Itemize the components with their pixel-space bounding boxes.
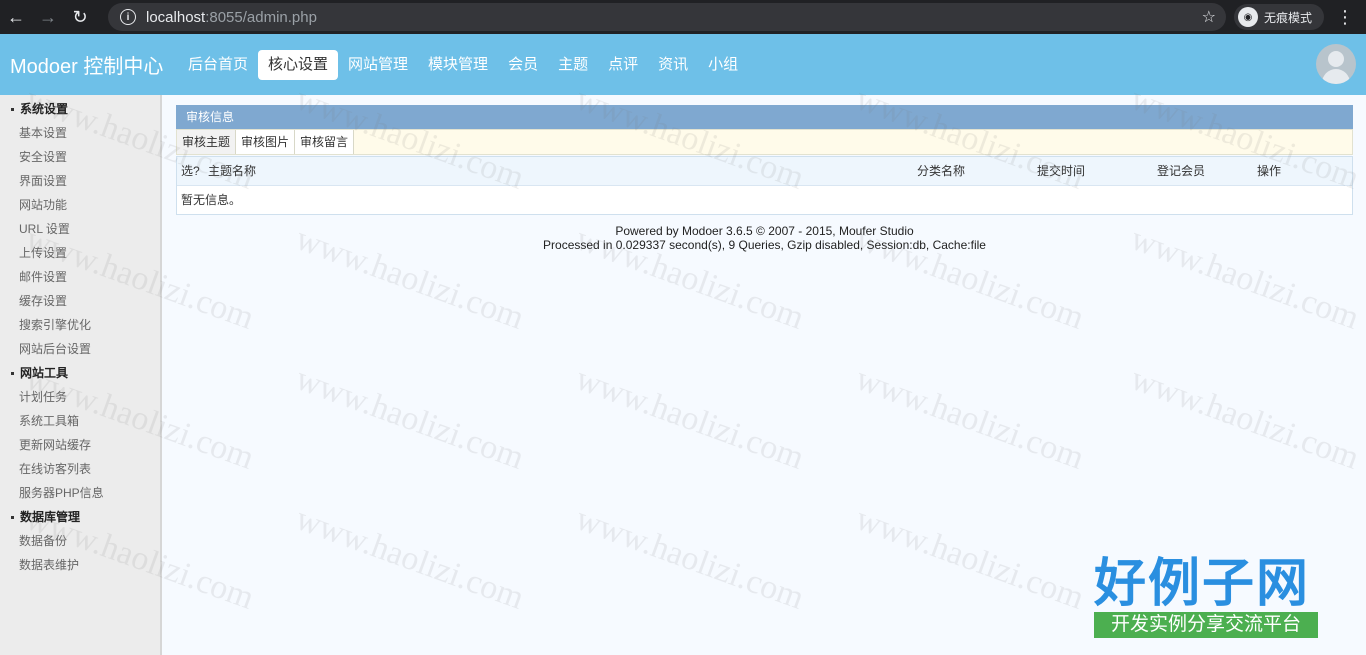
footer: Powered by Modoer 3.6.5 © 2007 - 2015, M… — [176, 224, 1353, 252]
address-bar[interactable]: i localhost:8055/admin.php ☆ — [108, 3, 1226, 31]
app-header: Modoer 控制中心 后台首页 核心设置 网站管理 模块管理 会员 主题 点评… — [0, 34, 1366, 95]
browser-toolbar: ← → ↻ i localhost:8055/admin.php ☆ ◉ 无痕模… — [0, 0, 1366, 34]
sidebar-item-url[interactable]: URL 设置 — [0, 217, 160, 241]
sidebar-item-scheduled-tasks[interactable]: 计划任务 — [0, 385, 160, 409]
sidebar-item-interface[interactable]: 界面设置 — [0, 169, 160, 193]
url-path: :8055/admin.php — [205, 8, 317, 26]
avatar-body — [1322, 69, 1350, 84]
sidebar-item-table-maintenance[interactable]: 数据表维护 — [0, 553, 160, 577]
watermark-logo-subtitle: 开发实例分享交流平台 — [1094, 612, 1318, 638]
sidebar-item-basic[interactable]: 基本设置 — [0, 121, 160, 145]
sidebar-item-toolbox[interactable]: 系统工具箱 — [0, 409, 160, 433]
info-icon[interactable]: i — [120, 9, 136, 25]
nav-item-news[interactable]: 资讯 — [648, 50, 698, 80]
reload-icon[interactable]: ↻ — [64, 0, 96, 34]
avatar[interactable] — [1316, 44, 1356, 84]
footer-powered-by: Powered by Modoer 3.6.5 © 2007 - 2015, M… — [615, 224, 914, 238]
sidebar-item-online-visitors[interactable]: 在线访客列表 — [0, 457, 160, 481]
browser-menu-icon[interactable]: ⋮ — [1334, 0, 1356, 34]
nav-item-topics[interactable]: 主题 — [548, 50, 598, 80]
back-icon[interactable]: ← — [0, 0, 32, 34]
sidebar-item-php-info[interactable]: 服务器PHP信息 — [0, 481, 160, 505]
sidebar-section-tools[interactable]: 网站工具 — [0, 361, 160, 385]
sidebar-item-security[interactable]: 安全设置 — [0, 145, 160, 169]
watermark-logo: 好例子网 开发实例分享交流平台 — [1094, 556, 1320, 646]
top-nav: 后台首页 核心设置 网站管理 模块管理 会员 主题 点评 资讯 小组 — [178, 49, 748, 80]
nav-item-core-settings[interactable]: 核心设置 — [258, 49, 339, 80]
sidebar-item-refresh-cache[interactable]: 更新网站缓存 — [0, 433, 160, 457]
table-header: 选? 主题名称 分类名称 提交时间 登记会员 操作 — [177, 157, 1352, 186]
sidebar-item-site-features[interactable]: 网站功能 — [0, 193, 160, 217]
col-topic-name: 主题名称 — [208, 164, 257, 178]
brand-title: Modoer 控制中心 — [10, 56, 164, 78]
forward-icon[interactable]: → — [32, 0, 64, 34]
sidebar: 系统设置 基本设置 安全设置 界面设置 网站功能 URL 设置 上传设置 邮件设… — [0, 95, 162, 655]
panel-title: 审核信息 — [176, 105, 1353, 129]
sidebar-item-seo[interactable]: 搜索引擎优化 — [0, 313, 160, 337]
watermark-logo-title: 好例子网 — [1094, 554, 1311, 614]
subtabs: 审核主题 审核图片 审核留言 — [176, 129, 1353, 155]
nav-item-home[interactable]: 后台首页 — [178, 50, 258, 80]
sidebar-section-system[interactable]: 系统设置 — [0, 97, 160, 121]
tab-review-comments[interactable]: 审核留言 — [295, 130, 355, 154]
col-submit-time: 提交时间 — [1037, 164, 1086, 178]
sidebar-item-backup[interactable]: 数据备份 — [0, 529, 160, 553]
url-host: localhost — [146, 8, 206, 26]
col-member: 登记会员 — [1157, 164, 1206, 178]
footer-processed: Processed in 0.029337 second(s), 9 Queri… — [543, 238, 986, 252]
sidebar-section-database[interactable]: 数据库管理 — [0, 505, 160, 529]
avatar-head — [1328, 51, 1344, 67]
empty-row: 暂无信息。 — [181, 193, 242, 207]
review-table: 选? 主题名称 分类名称 提交时间 登记会员 操作 暂无信息。 — [176, 156, 1353, 215]
incognito-icon: ◉ — [1238, 7, 1258, 27]
tab-review-topics[interactable]: 审核主题 — [177, 130, 237, 154]
tab-review-images[interactable]: 审核图片 — [236, 130, 296, 154]
col-action: 操作 — [1257, 164, 1282, 178]
incognito-badge[interactable]: ◉ 无痕模式 — [1234, 4, 1324, 30]
col-category: 分类名称 — [917, 164, 966, 178]
sidebar-item-cache[interactable]: 缓存设置 — [0, 289, 160, 313]
sidebar-item-mail[interactable]: 邮件设置 — [0, 265, 160, 289]
incognito-label: 无痕模式 — [1264, 10, 1313, 25]
nav-item-reviews[interactable]: 点评 — [598, 50, 648, 80]
sidebar-item-admin-settings[interactable]: 网站后台设置 — [0, 337, 160, 361]
nav-item-groups[interactable]: 小组 — [698, 50, 748, 80]
col-select: 选? — [181, 164, 200, 178]
sidebar-item-upload[interactable]: 上传设置 — [0, 241, 160, 265]
nav-item-module-management[interactable]: 模块管理 — [418, 50, 498, 80]
bookmark-star-icon[interactable]: ☆ — [1202, 7, 1216, 27]
nav-item-members[interactable]: 会员 — [498, 50, 548, 80]
nav-item-site-management[interactable]: 网站管理 — [338, 50, 418, 80]
